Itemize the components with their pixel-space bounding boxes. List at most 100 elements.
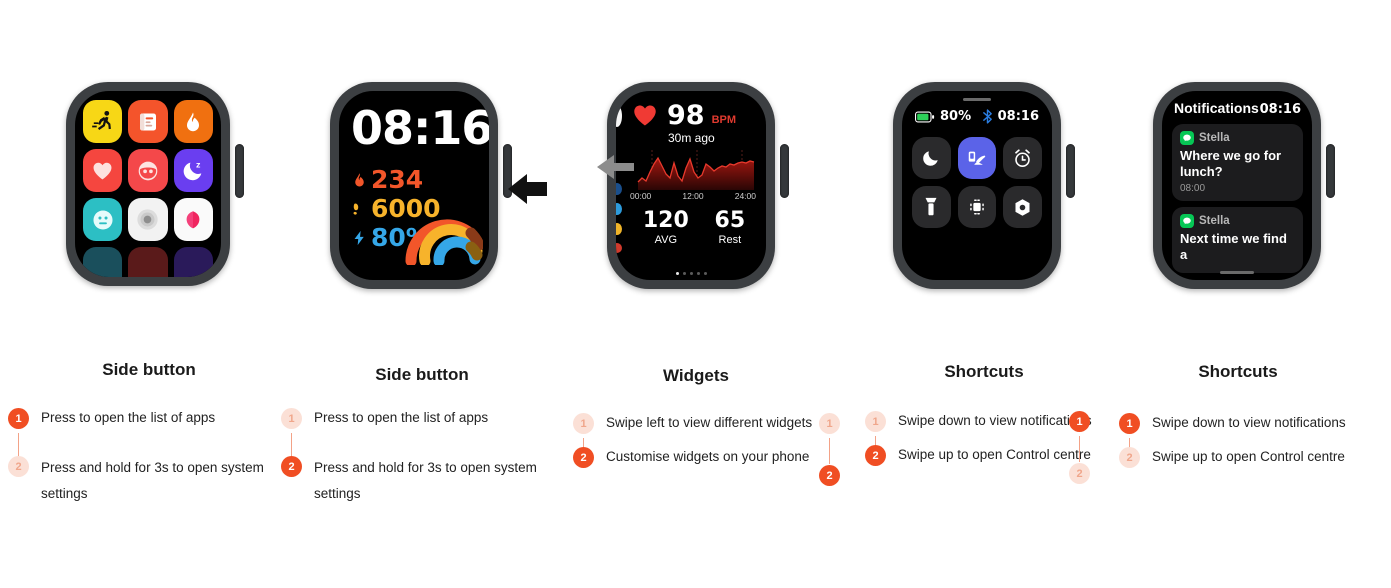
- drag-handle[interactable]: [963, 98, 991, 101]
- step-text: Swipe down to view notifications: [1152, 415, 1346, 430]
- find-phone-toggle[interactable]: [957, 137, 997, 179]
- step-text: Press to open the list of apps: [314, 410, 489, 425]
- watch-device-notifications: Notifications 08:16 Stella Where we go f…: [1153, 82, 1335, 289]
- watchface: 08:16 234 6000 80%: [339, 91, 489, 280]
- notification-timestamp: 08:00: [1180, 183, 1206, 194]
- watch-side-button[interactable]: [235, 144, 244, 198]
- page-dot[interactable]: [696, 272, 700, 275]
- notification-message: Where we go for lunch?: [1180, 148, 1282, 179]
- step-badge: 2: [1069, 463, 1090, 484]
- do-not-disturb-toggle[interactable]: [912, 137, 951, 179]
- steps-list: 1 Swipe down to view notifications 2 Swi…: [1119, 412, 1369, 468]
- page-dot[interactable]: [689, 272, 693, 275]
- step-text: Swipe down to view notifications: [898, 413, 1092, 428]
- watch-side-button[interactable]: [1066, 144, 1075, 198]
- heart-rate-summary: 120 AVG 65 Rest: [630, 208, 758, 247]
- avg-label: AVG: [654, 234, 678, 246]
- flame-icon: [355, 172, 364, 187]
- status-time: 08:16: [997, 109, 1039, 124]
- notification-sender: Stella: [1199, 215, 1230, 227]
- flashlight-icon: [925, 197, 937, 216]
- watch-side-button[interactable]: [1326, 144, 1335, 198]
- swipe-left-arrow-icon: [595, 152, 635, 187]
- partial-app-icon-c[interactable]: [173, 247, 213, 277]
- page-dot[interactable]: [675, 272, 679, 275]
- steps-list: 1 Press to open the list of apps 2 Press…: [281, 407, 557, 507]
- partial-app-icon-b[interactable]: [128, 247, 168, 277]
- step-badge: 1: [573, 413, 594, 434]
- step-badge: 2: [573, 447, 594, 468]
- step-badge: 1: [865, 411, 886, 432]
- flashlight-toggle[interactable]: [912, 186, 951, 228]
- bpm-label: BPM: [711, 114, 737, 126]
- watch-body: Z: [66, 82, 244, 286]
- calories-app-icon[interactable]: [173, 100, 213, 143]
- step-text: Swipe up to open Control centre: [898, 447, 1091, 462]
- rest-value: 65: [714, 208, 746, 233]
- heart-rate-sparkline: [637, 150, 755, 190]
- drag-handle[interactable]: [1220, 271, 1254, 274]
- chat-app-icon: [1180, 131, 1194, 145]
- notification-message: Next time we find a: [1180, 231, 1287, 262]
- panel-title: Side button: [102, 360, 196, 379]
- panel-side-button-1: Z Side button 1 Press to open the list o…: [8, 0, 288, 588]
- battery-percent: 80%: [940, 109, 972, 124]
- camera-shutter-app-icon[interactable]: [128, 198, 168, 241]
- partial-app-icon-a[interactable]: [83, 247, 123, 277]
- step-text: Swipe left to view different widgets: [606, 415, 813, 430]
- step-badge: 1: [1119, 413, 1140, 434]
- step-text: Customise widgets on your phone: [606, 449, 810, 464]
- settings-toggle[interactable]: [1003, 186, 1042, 228]
- panel-title: Shortcuts: [944, 362, 1024, 381]
- step-item: 2 Customise widgets on your phone: [573, 446, 823, 468]
- notification-item[interactable]: Stella Next time we find a: [1172, 207, 1303, 273]
- heart-rate-timestamp: 30m ago: [668, 131, 715, 145]
- watch-screen-heart-widget: 98 BPM 30m ago 00:00 12:00 24:00 120 AVG…: [616, 91, 766, 280]
- alarm-toggle[interactable]: [1003, 137, 1042, 179]
- notifications-time: 08:16: [1259, 102, 1301, 117]
- step-badge: 2: [8, 456, 29, 477]
- watch-body: 08:16 234 6000 80%: [330, 82, 512, 289]
- spo2-app-icon[interactable]: [128, 149, 168, 192]
- step-badge: 2: [281, 456, 302, 477]
- page-dot[interactable]: [703, 272, 707, 275]
- sleep-app-icon[interactable]: Z: [173, 149, 213, 192]
- step-item: 2 Swipe up to open Control centre: [1119, 446, 1369, 468]
- breathe-app-icon[interactable]: [173, 198, 213, 241]
- page-dot[interactable]: [682, 272, 686, 275]
- watch-side-button[interactable]: [780, 144, 789, 198]
- bluetooth-icon: [982, 109, 992, 124]
- workout-app-icon[interactable]: [83, 100, 123, 143]
- step-badge: 1: [1069, 411, 1090, 432]
- step-text: Press to open the list of apps: [41, 410, 216, 425]
- watch-screen-watchface: 08:16 234 6000 80%: [339, 91, 489, 280]
- panel-widgets: 98 BPM 30m ago 00:00 12:00 24:00 120 AVG…: [557, 0, 840, 588]
- panel-title: Side button: [375, 365, 469, 384]
- step-item: 1 Press to open the list of apps: [281, 407, 557, 429]
- notifications-header: Notifications 08:16: [1172, 100, 1303, 117]
- watch-screen-notifications: Notifications 08:16 Stella Where we go f…: [1162, 91, 1312, 280]
- footprint-icon: [353, 202, 359, 215]
- moon-icon: [923, 151, 938, 166]
- avg-value: 120: [642, 208, 689, 233]
- vibration-toggle[interactable]: [957, 186, 997, 228]
- bolt-icon: [354, 230, 364, 245]
- step-connector: [829, 438, 830, 464]
- notification-app-row: Stella: [1180, 131, 1295, 145]
- stress-app-icon[interactable]: [83, 198, 123, 241]
- notes-app-icon[interactable]: [128, 100, 168, 143]
- step-badge: 1: [819, 413, 840, 434]
- notification-item[interactable]: Stella Where we go for lunch? 08:00: [1172, 124, 1303, 201]
- steps-list: 1 Press to open the list of apps 2 Press…: [8, 407, 284, 507]
- watch-screen-control-centre: 80% 08:16: [902, 91, 1052, 280]
- heart-rate-header: 98 BPM: [630, 101, 758, 129]
- widget-page-dots: [616, 272, 766, 275]
- heart-rate-app-icon[interactable]: [83, 149, 123, 192]
- step-badge: 1: [8, 408, 29, 429]
- heart-rate-axis: 00:00 12:00 24:00: [630, 191, 758, 201]
- watch-screen-app-grid: Z: [75, 91, 221, 277]
- axis-tick: 12:00: [682, 191, 704, 201]
- time-status: 08:16: [982, 109, 1039, 124]
- step-item: 2 Press and hold for 3s to open system s…: [281, 455, 557, 507]
- watch-device-apps: Z: [66, 82, 244, 286]
